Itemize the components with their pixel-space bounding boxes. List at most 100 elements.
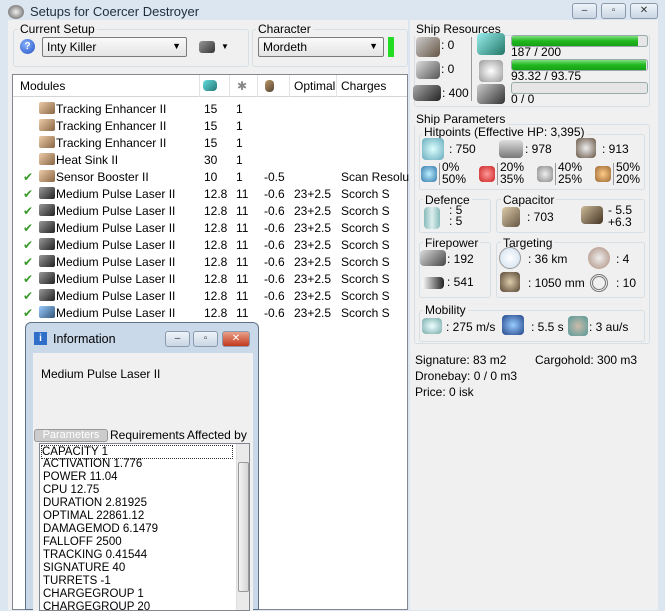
cpu-column-icon[interactable] bbox=[203, 80, 217, 91]
module-optimal: 23+2.5 bbox=[294, 289, 332, 303]
active-check-icon[interactable]: ✔ bbox=[23, 221, 33, 235]
speed-value: : 275 m/s bbox=[446, 320, 496, 334]
tab-requirements[interactable]: Requirements bbox=[110, 428, 185, 442]
header-optimal[interactable]: Optimal bbox=[294, 79, 335, 93]
parameter-item[interactable]: CAPACITY 1 bbox=[41, 445, 233, 459]
setup-select[interactable]: Inty Killer ▼ bbox=[42, 37, 187, 57]
module-row[interactable]: Heat Sink II 30 1 bbox=[13, 151, 407, 168]
capacitor-icon bbox=[502, 207, 520, 227]
capacitor-delta-recharge: +6.3 bbox=[608, 215, 632, 229]
parameter-item[interactable]: OPTIMAL 22861.12 bbox=[43, 510, 144, 522]
active-check-icon[interactable]: ✔ bbox=[23, 204, 33, 218]
volley-icon bbox=[422, 277, 444, 289]
module-cpu: 30 bbox=[204, 153, 218, 167]
module-row[interactable]: ✔ Medium Pulse Laser II 12.8 11 -0.6 23+2.5 Sc… bbox=[13, 185, 407, 202]
module-row[interactable]: ✔ Medium Pulse Laser II 12.8 11 -0.6 23+2.5 Sc… bbox=[13, 270, 407, 287]
module-charges: Scorch S bbox=[341, 306, 390, 320]
firepower-label: Firepower bbox=[423, 236, 481, 250]
shield-hp: : 750 bbox=[449, 142, 476, 156]
module-row[interactable]: Tracking Enhancer II 15 1 bbox=[13, 117, 407, 134]
minimize-button[interactable]: – bbox=[572, 3, 597, 19]
active-check-icon[interactable]: ✔ bbox=[23, 170, 33, 184]
divider bbox=[471, 37, 472, 101]
scrollbar[interactable] bbox=[236, 444, 249, 610]
module-charges: Scorch S bbox=[341, 221, 390, 235]
thermal-resist-armor: 35% bbox=[500, 172, 525, 186]
parameter-item[interactable]: CHARGEGROUP 1 bbox=[43, 588, 144, 600]
ship-menu-chevron-icon[interactable]: ▼ bbox=[221, 42, 229, 51]
parameter-item[interactable]: CPU 12.75 bbox=[43, 484, 99, 496]
tab-parameters[interactable]: Parameters bbox=[34, 429, 108, 442]
parameter-item[interactable]: DURATION 2.81925 bbox=[43, 497, 147, 509]
tab-affected-by[interactable]: Affected by bbox=[187, 428, 247, 442]
kinetic-resist-icon bbox=[537, 166, 553, 182]
turret-slots-value: : 0 bbox=[441, 38, 455, 52]
character-select[interactable]: Mordeth ▼ bbox=[258, 37, 384, 57]
volley-value: : 541 bbox=[447, 275, 474, 289]
module-cap: -0.6 bbox=[264, 306, 285, 320]
cpu-value: 187 / 200 bbox=[511, 45, 562, 59]
ship-parameters-label: Ship Parameters bbox=[414, 112, 508, 126]
module-row[interactable]: ✔ Medium Pulse Laser II 12.8 11 -0.6 23+2.5 Sc… bbox=[13, 236, 407, 253]
parameter-item[interactable]: SIGNATURE 40 bbox=[43, 562, 125, 574]
info-minimize-button[interactable]: – bbox=[165, 331, 190, 347]
module-row[interactable]: ✔ Medium Pulse Laser II 12.8 11 -0.6 23+2.5 Sc… bbox=[13, 219, 407, 236]
speed-icon bbox=[422, 318, 442, 334]
maximize-button[interactable]: ▫ bbox=[601, 3, 626, 19]
module-name: Tracking Enhancer II bbox=[56, 119, 167, 133]
active-check-icon[interactable]: ✔ bbox=[23, 306, 33, 320]
info-close-button[interactable]: ✕ bbox=[222, 331, 250, 347]
module-optimal: 23+2.5 bbox=[294, 272, 332, 286]
info-maximize-button[interactable]: ▫ bbox=[193, 331, 218, 347]
close-button[interactable]: ✕ bbox=[630, 3, 658, 19]
module-power: 1 bbox=[236, 136, 243, 150]
parameter-item[interactable]: ACTIVATION 1.776 bbox=[43, 458, 142, 470]
module-row[interactable]: ✔ Medium Pulse Laser II 12.8 11 -0.6 23+2.5 Sc… bbox=[13, 304, 407, 321]
module-row[interactable]: ✔ Medium Pulse Laser II 12.8 11 -0.6 23+2.5 Sc… bbox=[13, 202, 407, 219]
active-check-icon[interactable]: ✔ bbox=[23, 272, 33, 286]
capacitor-label: Capacitor bbox=[501, 193, 557, 207]
parameter-item[interactable]: POWER 11.04 bbox=[43, 471, 118, 483]
parameter-item[interactable]: DAMAGEMOD 6.1479 bbox=[43, 523, 158, 535]
module-name: Medium Pulse Laser II bbox=[56, 255, 176, 269]
module-row[interactable]: ✔ Medium Pulse Laser II 12.8 11 -0.6 23+2.5 Sc… bbox=[13, 253, 407, 270]
header-charges[interactable]: Charges bbox=[341, 79, 386, 93]
module-optimal: 23+2.5 bbox=[294, 221, 332, 235]
module-icon bbox=[39, 136, 55, 148]
price: Price: 0 isk bbox=[415, 385, 474, 399]
module-icon bbox=[39, 170, 55, 182]
module-cap: -0.6 bbox=[264, 187, 285, 201]
parameter-item[interactable]: TRACKING 0.41544 bbox=[43, 549, 147, 561]
capacitor-column-icon[interactable] bbox=[265, 80, 274, 92]
parameter-item[interactable]: TURRETS -1 bbox=[43, 575, 111, 587]
active-check-icon[interactable]: ✔ bbox=[23, 289, 33, 303]
module-power: 11 bbox=[236, 221, 249, 235]
align-time: : 5.5 s bbox=[531, 320, 564, 334]
module-cpu: 12.8 bbox=[204, 255, 228, 269]
active-check-icon[interactable]: ✔ bbox=[23, 238, 33, 252]
module-cpu: 12.8 bbox=[204, 187, 228, 201]
module-row[interactable]: Tracking Enhancer II 15 1 bbox=[13, 134, 407, 151]
ship-menu-icon[interactable] bbox=[199, 41, 215, 53]
explosive-resist-icon bbox=[595, 166, 611, 182]
parameters-list[interactable]: CAPACITY 1 ACTIVATION 1.776 POWER 11.04 CPU… bbox=[39, 443, 250, 611]
module-row[interactable]: ✔ Sensor Booster II 10 1 -0.5 Scan Resolu bbox=[13, 168, 409, 185]
module-optimal: 23+2.5 bbox=[294, 204, 332, 218]
turret-slots-icon bbox=[416, 37, 440, 57]
module-power: 1 bbox=[236, 153, 243, 167]
help-icon[interactable]: ? bbox=[20, 39, 35, 54]
sensor-strength-icon bbox=[590, 274, 608, 292]
power-column-icon[interactable]: ✱ bbox=[237, 79, 247, 93]
active-check-icon[interactable]: ✔ bbox=[23, 187, 33, 201]
header-modules[interactable]: Modules bbox=[20, 79, 65, 93]
module-row[interactable]: Tracking Enhancer II 15 1 bbox=[13, 100, 407, 117]
info-item-name: Medium Pulse Laser II bbox=[41, 367, 161, 381]
module-row[interactable]: ✔ Medium Pulse Laser II 12.8 11 -0.6 23+2.5 Sc… bbox=[13, 287, 407, 304]
divider bbox=[613, 163, 614, 185]
max-targets: : 4 bbox=[616, 252, 630, 266]
module-cap: -0.6 bbox=[264, 255, 285, 269]
module-power: 11 bbox=[236, 289, 249, 303]
active-check-icon[interactable]: ✔ bbox=[23, 255, 33, 269]
parameter-item[interactable]: FALLOFF 2500 bbox=[43, 536, 122, 548]
scrollbar-thumb[interactable] bbox=[238, 462, 249, 592]
